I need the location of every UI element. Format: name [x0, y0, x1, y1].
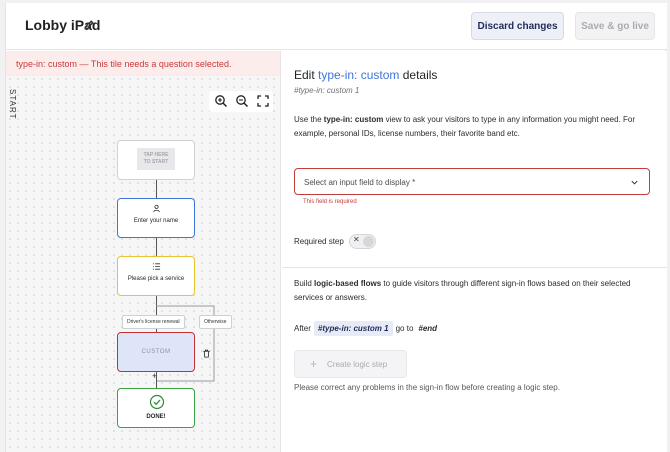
after-goto-row: After #type-in: custom 1 go to #end	[294, 321, 437, 336]
goto-target: #end	[418, 324, 438, 333]
branch-label-right[interactable]: Otherwise	[199, 315, 232, 329]
check-circle-icon	[149, 394, 165, 410]
plus-icon: +	[310, 357, 318, 371]
node-label: Please pick a service	[127, 276, 185, 282]
tap-placeholder: TAP HERE TO START	[137, 148, 175, 170]
connector-line	[156, 180, 157, 198]
header: Lobby iPad Discard changes Save & go liv…	[6, 3, 667, 50]
view-description: Use the type-in: custom view to ask your…	[294, 115, 636, 138]
node-label: CUSTOM	[141, 349, 171, 355]
tap-to-start-node[interactable]: TAP HERE TO START	[117, 140, 195, 180]
divider	[282, 267, 667, 268]
edit-title: Edit type-in: custom details	[294, 68, 438, 82]
node-label: Enter your name	[133, 218, 179, 224]
create-logic-step-button[interactable]: + Create logic step	[294, 350, 407, 378]
pencil-icon[interactable]	[83, 19, 95, 31]
list-icon	[152, 263, 161, 270]
logic-note: Please correct any problems in the sign-…	[294, 383, 560, 392]
zoom-out-icon[interactable]	[235, 94, 249, 108]
add-step-icon[interactable]: +	[152, 372, 157, 381]
zoom-toolbar	[209, 91, 273, 112]
custom-node[interactable]: CUSTOM	[117, 332, 195, 372]
edit-subtitle: #type-in: custom 1	[294, 86, 360, 95]
input-field-select[interactable]: Select an input field to display *	[294, 168, 650, 195]
start-label: START	[8, 89, 17, 120]
close-icon: ✕	[353, 235, 360, 244]
trash-icon[interactable]	[202, 349, 211, 358]
person-icon	[153, 204, 160, 213]
done-node[interactable]: DONE!	[117, 388, 195, 428]
enter-name-node[interactable]: Enter your name	[117, 198, 195, 238]
flow-canvas[interactable]: type-in: custom — This tile needs a ques…	[6, 51, 281, 452]
required-step-toggle[interactable]: ✕	[349, 234, 376, 249]
pick-service-node[interactable]: Please pick a service	[117, 256, 195, 296]
node-label: DONE!	[146, 414, 166, 420]
details-panel: Edit type-in: custom details #type-in: c…	[282, 51, 667, 452]
branch-label-left[interactable]: Driver's license renewal	[122, 315, 185, 329]
select-error-message: This field is required	[303, 199, 357, 205]
fullscreen-icon[interactable]	[256, 94, 270, 108]
required-step-label: Required step	[294, 237, 344, 246]
error-banner: type-in: custom — This tile needs a ques…	[6, 51, 280, 76]
app-window: Lobby iPad Discard changes Save & go liv…	[5, 3, 667, 452]
save-go-live-button[interactable]: Save & go live	[575, 12, 655, 40]
zoom-in-icon[interactable]	[214, 94, 228, 108]
step-chip: #type-in: custom 1	[313, 321, 393, 336]
chevron-down-icon	[631, 180, 638, 185]
connector-line	[156, 238, 157, 256]
logic-description: Build logic-based flows to guide visitor…	[294, 279, 631, 302]
discard-changes-button[interactable]: Discard changes	[471, 12, 564, 40]
toggle-knob	[363, 236, 374, 247]
